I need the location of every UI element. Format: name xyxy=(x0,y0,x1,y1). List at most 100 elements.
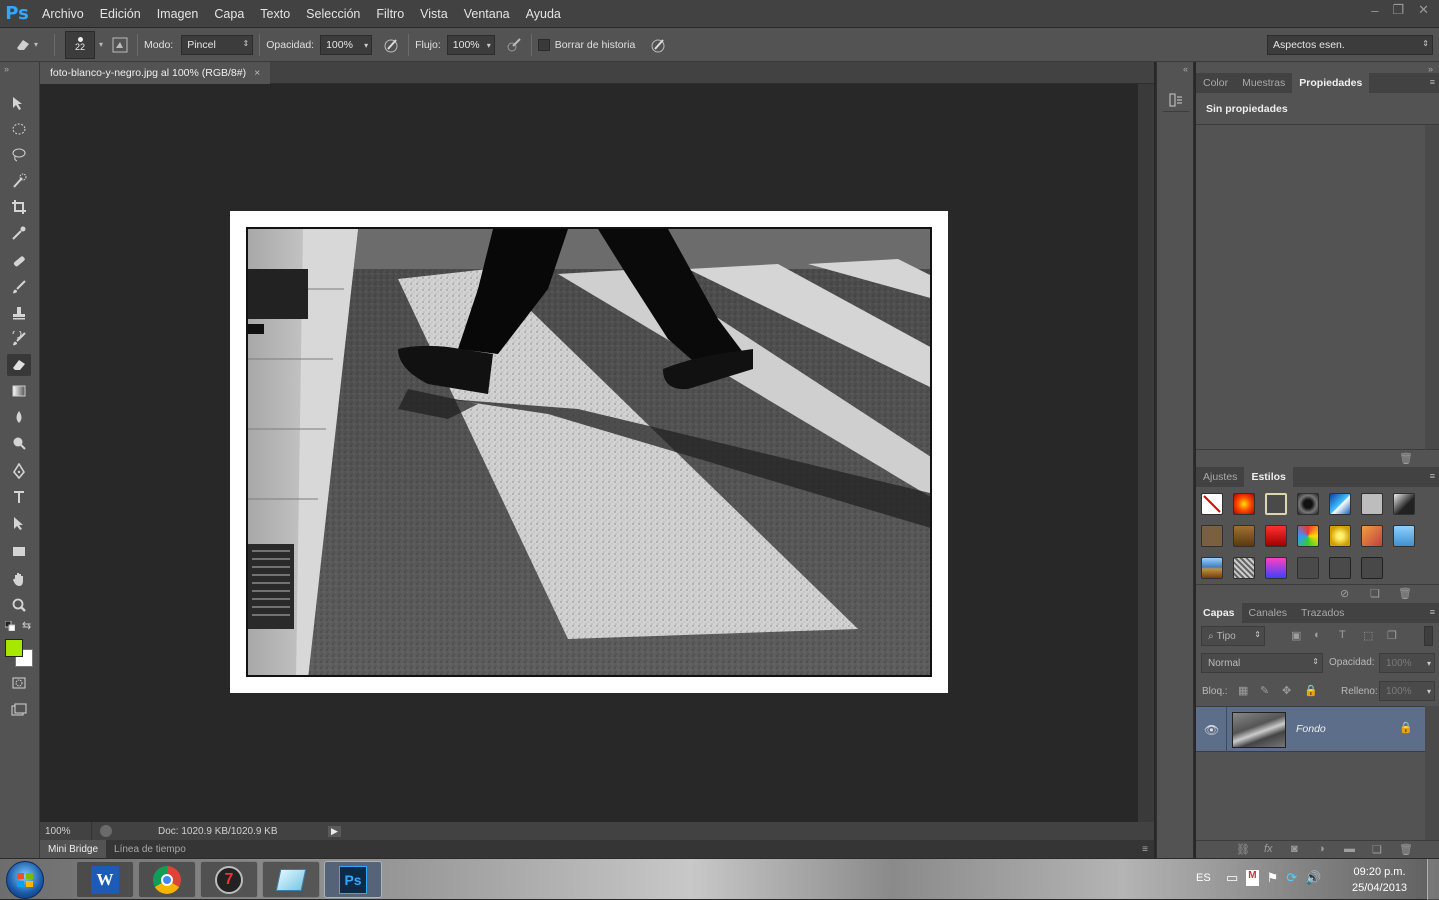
crop-tool-icon[interactable] xyxy=(7,196,31,218)
blend-mode-select[interactable]: Normal ⇕ xyxy=(1201,653,1323,673)
style-wood[interactable] xyxy=(1233,525,1255,547)
style-multicolor[interactable] xyxy=(1297,525,1319,547)
history-panel-icon[interactable] xyxy=(1163,88,1189,112)
lock-transparency-icon[interactable]: ▦ xyxy=(1238,684,1248,697)
zoom-tool-icon[interactable] xyxy=(7,594,31,616)
borrar-historia-checkbox[interactable] xyxy=(537,38,550,51)
style-fire[interactable] xyxy=(1233,493,1255,515)
gradient-tool-icon[interactable] xyxy=(7,380,31,402)
strip-collapse-icon[interactable]: « xyxy=(1183,64,1188,74)
tab-linea-de-tiempo[interactable]: Línea de tiempo xyxy=(106,840,194,858)
type-tool-icon[interactable] xyxy=(7,486,31,508)
status-info-icon[interactable] xyxy=(100,825,112,837)
taskbar-notes[interactable] xyxy=(262,861,320,898)
quick-selection-tool-icon[interactable] xyxy=(7,170,31,192)
toolbox-collapse-icon[interactable]: » xyxy=(4,64,9,74)
style-chrome[interactable] xyxy=(1393,493,1415,515)
healing-brush-tool-icon[interactable] xyxy=(7,250,31,272)
volume-icon[interactable]: 🔊 xyxy=(1305,870,1321,886)
path-selection-tool-icon[interactable] xyxy=(7,512,31,534)
sync-icon[interactable]: ⟳ xyxy=(1286,870,1297,886)
adjustment-layer-icon[interactable]: ◑ xyxy=(1318,843,1325,855)
menu-filtro[interactable]: Filtro xyxy=(368,0,412,28)
layers-menu-icon[interactable]: ≡ xyxy=(1430,607,1435,617)
history-brush-tool-icon[interactable] xyxy=(7,328,31,350)
pressure-size-icon[interactable] xyxy=(647,34,669,56)
layer-fx-icon[interactable]: fx xyxy=(1264,843,1273,855)
opacidad-chevron-down-icon[interactable]: ▾ xyxy=(364,41,368,50)
style-outline-selected[interactable] xyxy=(1265,493,1287,515)
document-tab[interactable]: foto-blanco-y-negro.jpg al 100% (RGB/8#)… xyxy=(40,62,271,84)
style-blue-glass[interactable] xyxy=(1329,493,1351,515)
style-empty-2[interactable] xyxy=(1329,557,1351,579)
flujo-chevron-down-icon[interactable]: ▾ xyxy=(487,41,491,50)
show-desktop-button[interactable] xyxy=(1427,859,1439,900)
close-button[interactable]: ✕ xyxy=(1418,2,1429,18)
taskbar-app-seven[interactable]: 7 xyxy=(200,861,258,898)
start-button[interactable] xyxy=(6,861,44,899)
style-sunset[interactable] xyxy=(1361,525,1383,547)
foreground-color-swatch[interactable] xyxy=(5,639,23,657)
filter-adjustment-icon[interactable]: ◐ xyxy=(1314,629,1321,641)
lock-pixels-icon[interactable]: ✎ xyxy=(1260,684,1269,697)
style-purple[interactable] xyxy=(1265,557,1287,579)
layer-name[interactable]: Fondo xyxy=(1296,723,1326,735)
tab-estilos[interactable]: Estilos xyxy=(1244,467,1293,487)
tab-propiedades[interactable]: Propiedades xyxy=(1292,73,1370,93)
status-menu-triangle-icon[interactable]: ▶ xyxy=(328,825,341,837)
layer-opacity-input[interactable]: 100% ▾ xyxy=(1379,653,1435,673)
properties-menu-icon[interactable]: ≡ xyxy=(1430,77,1435,87)
styles-menu-icon[interactable]: ≡ xyxy=(1430,471,1435,481)
eraser-tool-icon[interactable] xyxy=(7,354,31,376)
style-brown[interactable] xyxy=(1201,525,1223,547)
menu-capa[interactable]: Capa xyxy=(206,0,252,28)
flujo-input[interactable]: 100% ▾ xyxy=(446,34,495,55)
brush-size-picker[interactable]: 22 xyxy=(65,30,96,59)
filter-pixel-icon[interactable]: ▣ xyxy=(1291,629,1301,642)
action-center-icon[interactable]: ▭ xyxy=(1226,870,1238,886)
flag-icon[interactable]: ⚑ xyxy=(1267,870,1279,886)
properties-scrollbar[interactable] xyxy=(1425,125,1439,449)
taskbar-photoshop[interactable]: Ps xyxy=(324,861,382,898)
style-red-button[interactable] xyxy=(1265,525,1287,547)
delete-layer-icon[interactable]: 🗑 xyxy=(1399,843,1413,856)
blur-tool-icon[interactable] xyxy=(7,406,31,428)
taskbar-word[interactable]: W xyxy=(76,861,134,898)
eraser-tool-preset-icon[interactable] xyxy=(12,34,34,56)
brush-tool-icon[interactable] xyxy=(7,276,31,298)
tab-canales[interactable]: Canales xyxy=(1242,603,1295,623)
layer-mask-icon[interactable]: ◙ xyxy=(1291,843,1298,855)
layers-scrollbar[interactable] xyxy=(1425,706,1439,840)
menu-archivo[interactable]: Archivo xyxy=(34,0,92,28)
workspace-select[interactable]: Aspectos esen. ⇕ xyxy=(1267,35,1433,55)
default-colors-icon[interactable] xyxy=(4,620,16,632)
menu-seleccion[interactable]: Selección xyxy=(298,0,368,28)
menu-imagen[interactable]: Imagen xyxy=(149,0,207,28)
quick-mask-icon[interactable] xyxy=(7,672,31,694)
menu-texto[interactable]: Texto xyxy=(252,0,298,28)
dodge-tool-icon[interactable] xyxy=(7,432,31,454)
restore-button[interactable]: ❐ xyxy=(1392,2,1404,18)
marquee-tool-icon[interactable] xyxy=(7,118,31,140)
filter-shape-icon[interactable]: ⬚ xyxy=(1363,629,1373,642)
tab-ajustes[interactable]: Ajustes xyxy=(1196,467,1244,487)
tab-muestras[interactable]: Muestras xyxy=(1235,73,1292,93)
preset-chevron-down-icon[interactable]: ▾ xyxy=(34,40,38,49)
move-tool-icon[interactable] xyxy=(7,92,31,114)
lock-position-icon[interactable]: ✥ xyxy=(1282,684,1291,697)
layer-row[interactable]: 👁 Fondo 🔒 xyxy=(1196,706,1425,753)
document-canvas[interactable] xyxy=(230,211,948,693)
style-gold[interactable] xyxy=(1329,525,1351,547)
opacidad-input[interactable]: 100% ▾ xyxy=(320,34,373,55)
fill-chevron-icon[interactable]: ▾ xyxy=(1427,687,1431,696)
rectangle-tool-icon[interactable] xyxy=(7,540,31,562)
clone-stamp-tool-icon[interactable] xyxy=(7,302,31,324)
fill-input[interactable]: 100% ▾ xyxy=(1379,681,1435,701)
link-layers-icon[interactable]: ⛓ xyxy=(1236,843,1250,856)
properties-trash-icon[interactable]: 🗑 xyxy=(1399,452,1413,465)
menu-vista[interactable]: Vista xyxy=(412,0,456,28)
pressure-opacity-icon[interactable] xyxy=(380,34,402,56)
clock[interactable]: 09:20 p.m. 25/04/2013 xyxy=(1352,864,1407,896)
taskbar-chrome[interactable] xyxy=(138,861,196,898)
gmail-icon[interactable]: M xyxy=(1246,870,1259,886)
